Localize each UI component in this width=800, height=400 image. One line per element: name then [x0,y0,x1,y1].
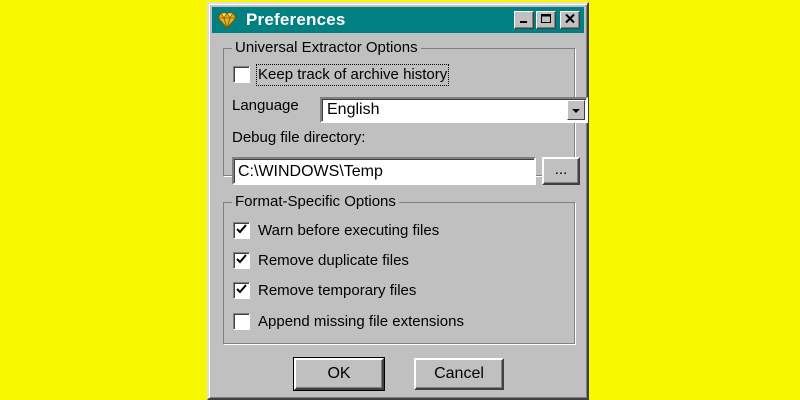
format-specific-options-group: Format-Specific Options Warn before exec… [223,193,575,344]
remove-temporary-label[interactable]: Remove temporary files [258,282,416,300]
warn-executing-label[interactable]: Warn before executing files [258,222,439,240]
debug-directory-value: C:\WINDOWS\Temp [238,163,383,180]
debug-directory-input[interactable]: C:\WINDOWS\Temp [232,157,536,185]
minimize-button[interactable] [514,11,534,29]
title-bar[interactable]: Preferences [212,7,584,33]
gem-icon [216,9,238,31]
check-mark-icon [236,222,247,240]
maximize-button[interactable] [536,11,556,29]
group-title-format: Format-Specific Options [232,193,399,211]
cancel-button[interactable]: Cancel [414,358,504,390]
remove-duplicate-label[interactable]: Remove duplicate files [258,252,409,270]
history-checkbox[interactable] [233,66,250,83]
warn-executing-checkbox[interactable] [233,222,250,239]
language-select[interactable]: English [320,97,588,123]
language-dropdown-button[interactable] [567,100,585,120]
chevron-down-icon [571,101,581,119]
check-mark-icon [236,282,247,300]
check-mark-icon [236,252,247,270]
remove-duplicate-checkbox[interactable] [233,252,250,269]
close-button[interactable] [560,11,580,29]
ok-button[interactable]: OK [293,357,385,391]
language-label: Language [232,97,299,114]
universal-extractor-options-group: Universal Extractor Options Keep track o… [223,39,588,185]
minimize-icon [518,11,530,29]
maximize-icon [540,11,552,29]
preferences-dialog: Preferences Universal Extractor Options [207,2,589,400]
language-select-value: English [327,101,380,118]
close-icon [564,11,576,29]
append-extensions-label[interactable]: Append missing file extensions [258,313,464,331]
browse-button[interactable]: ... [542,157,580,185]
debug-directory-label: Debug file directory: [232,129,366,146]
append-extensions-checkbox[interactable] [233,313,250,330]
group-title-general: Universal Extractor Options [232,39,421,57]
remove-temporary-checkbox[interactable] [233,282,250,299]
window-title: Preferences [246,10,346,29]
history-checkbox-label[interactable]: Keep track of archive history [255,64,450,86]
